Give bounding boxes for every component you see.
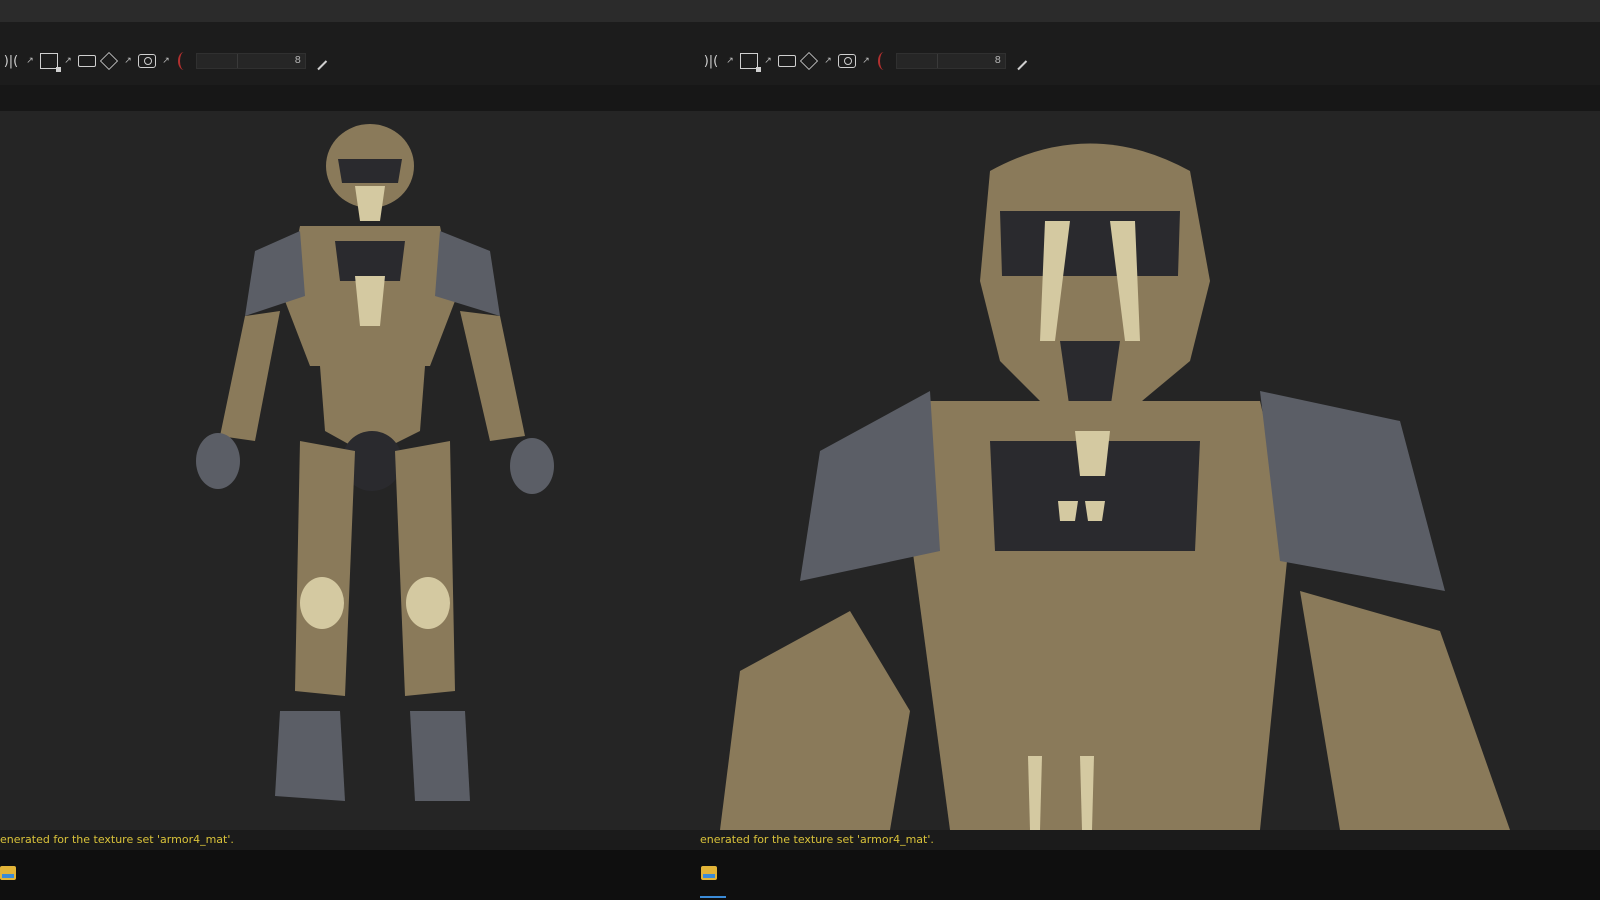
right-toolbar: )|( ↗ ↗ ↗ ↗ 8 bbox=[700, 47, 1080, 75]
external-link-icon[interactable]: ↗ bbox=[724, 51, 736, 71]
taskbar-left bbox=[0, 850, 700, 900]
left-toolbar: )|( ↗ ↗ ↗ ↗ 8 bbox=[0, 47, 380, 75]
taskbar-right bbox=[700, 850, 1600, 900]
toolbar-separator bbox=[0, 85, 1600, 111]
file-explorer-icon[interactable] bbox=[701, 866, 717, 880]
brush-icon[interactable] bbox=[178, 52, 190, 70]
cube-view-icon[interactable] bbox=[738, 52, 761, 72]
symmetry-icon[interactable]: )|( bbox=[700, 52, 722, 70]
slider-value: 8 bbox=[294, 55, 301, 66]
brush-size-slider[interactable]: 8 bbox=[896, 53, 1006, 69]
pencil-icon[interactable] bbox=[1008, 51, 1028, 71]
external-link-icon[interactable]: ↗ bbox=[860, 51, 872, 71]
external-link-icon[interactable]: ↗ bbox=[762, 51, 774, 71]
brush-size-slider[interactable]: 8 bbox=[196, 53, 306, 69]
active-app-indicator bbox=[700, 896, 726, 898]
external-link-icon[interactable]: ↗ bbox=[62, 51, 74, 71]
pencil-icon[interactable] bbox=[308, 51, 328, 71]
armor-model-full-body bbox=[196, 124, 554, 801]
slider-tick bbox=[237, 54, 238, 68]
slider-value: 8 bbox=[994, 55, 1001, 66]
status-message: enerated for the texture set 'armor4_mat… bbox=[700, 833, 934, 846]
brush-icon[interactable] bbox=[878, 52, 890, 70]
file-explorer-icon[interactable] bbox=[0, 866, 16, 880]
external-link-icon[interactable]: ↗ bbox=[822, 51, 834, 71]
top-strip bbox=[0, 0, 1600, 22]
status-message: enerated for the texture set 'armor4_mat… bbox=[0, 833, 234, 846]
external-link-icon[interactable]: ↗ bbox=[24, 51, 36, 71]
status-bar-left: enerated for the texture set 'armor4_mat… bbox=[0, 830, 700, 850]
cube-icon[interactable] bbox=[98, 51, 120, 71]
screenshot-icon[interactable] bbox=[836, 52, 858, 70]
symmetry-icon[interactable]: )|( bbox=[0, 52, 22, 70]
external-link-icon[interactable]: ↗ bbox=[160, 51, 172, 71]
cube-icon[interactable] bbox=[798, 51, 820, 71]
cube-view-icon[interactable] bbox=[38, 52, 61, 72]
viewport-3d-right[interactable] bbox=[700, 111, 1600, 830]
armor-model-closeup bbox=[720, 143, 1510, 830]
screenshot-icon[interactable] bbox=[136, 52, 158, 70]
camera-icon[interactable] bbox=[776, 52, 798, 70]
viewport-3d-left[interactable] bbox=[0, 111, 700, 830]
external-link-icon[interactable]: ↗ bbox=[122, 51, 134, 71]
status-bar-right: enerated for the texture set 'armor4_mat… bbox=[700, 830, 1600, 850]
slider-tick bbox=[937, 54, 938, 68]
camera-icon[interactable] bbox=[76, 52, 98, 70]
